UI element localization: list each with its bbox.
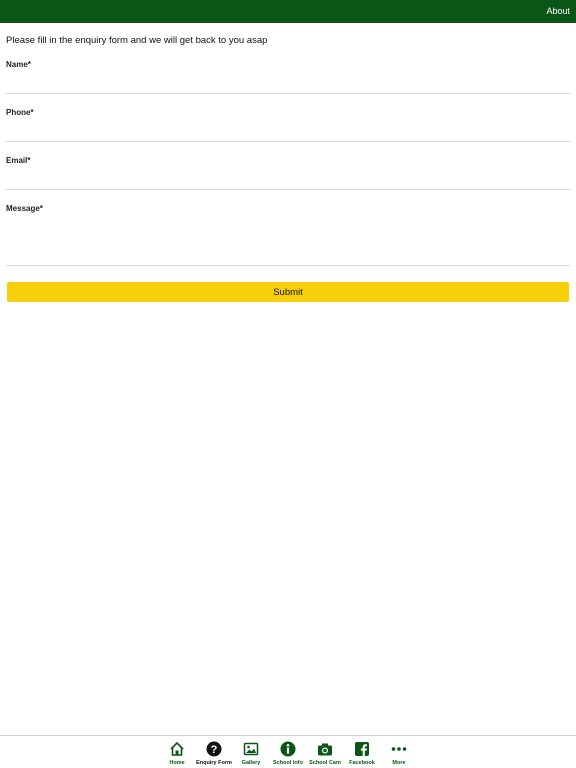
name-input[interactable] (6, 73, 570, 94)
tab-school-cam[interactable]: School Cam (307, 741, 343, 768)
tab-enquiry-form-label: Enquiry Form (196, 760, 232, 766)
svg-text:?: ? (211, 744, 218, 756)
phone-input[interactable] (6, 121, 570, 142)
name-label: Name* (6, 60, 31, 69)
home-icon (170, 742, 184, 756)
tab-home[interactable]: Home (159, 741, 195, 768)
tab-gallery[interactable]: Gallery (233, 741, 269, 768)
email-field: Email* (6, 156, 570, 190)
message-field: Message* (6, 204, 570, 266)
form-intro: Please fill in the enquiry form and we w… (6, 35, 268, 46)
message-label: Message* (6, 204, 43, 213)
tab-more[interactable]: More (381, 741, 417, 768)
tab-enquiry-form[interactable]: ? Enquiry Form (196, 741, 232, 768)
app-window: About Please fill in the enquiry form an… (0, 0, 576, 768)
email-input[interactable] (6, 169, 570, 190)
tab-gallery-label: Gallery (241, 760, 261, 766)
about-link[interactable]: About (546, 6, 570, 16)
info-circle-icon (280, 741, 296, 757)
email-label: Email* (6, 156, 31, 165)
tab-home-label: Home (169, 760, 185, 766)
tab-school-cam-label: School Cam (309, 760, 341, 766)
bottom-tab-bar: Home ? Enquiry Form Gallery School Info … (0, 735, 576, 768)
tab-facebook-label: Facebook (349, 760, 375, 766)
tab-more-label: More (392, 760, 406, 766)
tab-facebook[interactable]: Facebook (344, 741, 380, 768)
image-icon (243, 742, 259, 756)
tab-school-info-label: School Info (273, 760, 303, 766)
tab-school-info[interactable]: School Info (270, 741, 306, 768)
phone-label: Phone* (6, 108, 34, 117)
name-field: Name* (6, 60, 570, 94)
phone-field: Phone* (6, 108, 570, 142)
more-dots-icon (391, 747, 407, 751)
camera-icon (318, 743, 332, 756)
submit-button[interactable]: Submit (7, 282, 569, 302)
question-circle-icon: ? (206, 741, 222, 757)
top-bar: About (0, 0, 576, 23)
facebook-icon (355, 742, 369, 756)
message-textarea[interactable] (6, 217, 570, 266)
